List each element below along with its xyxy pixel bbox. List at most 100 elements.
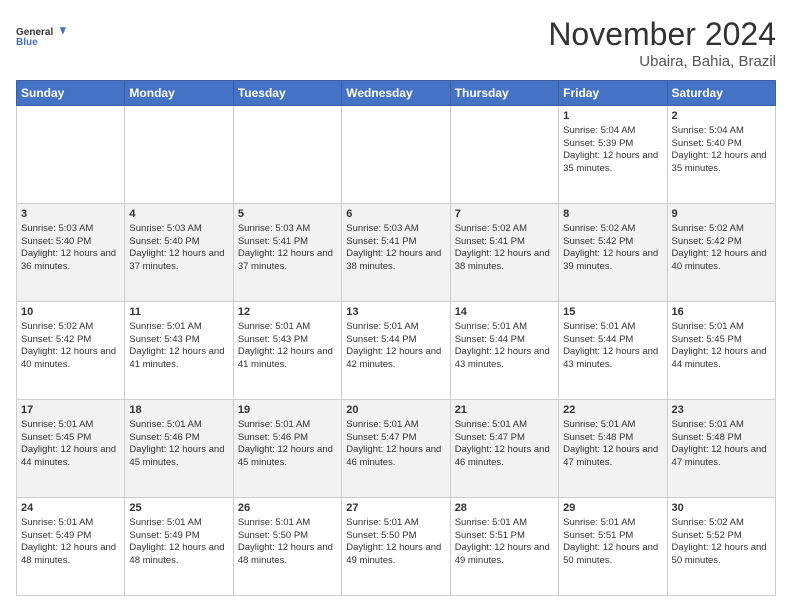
- sunset-text: Sunset: 5:47 PM: [346, 432, 416, 443]
- cell-content: 23 Sunrise: 5:01 AM Sunset: 5:48 PM Dayl…: [672, 403, 771, 470]
- month-title: November 2024: [548, 16, 776, 53]
- table-row: 29 Sunrise: 5:01 AM Sunset: 5:51 PM Dayl…: [559, 498, 667, 596]
- cell-content: 16 Sunrise: 5:01 AM Sunset: 5:45 PM Dayl…: [672, 305, 771, 372]
- day-number: 27: [346, 501, 445, 516]
- sunrise-text: Sunrise: 5:03 AM: [238, 223, 310, 234]
- table-row: 21 Sunrise: 5:01 AM Sunset: 5:47 PM Dayl…: [450, 400, 558, 498]
- cell-content: 10 Sunrise: 5:02 AM Sunset: 5:42 PM Dayl…: [21, 305, 120, 372]
- day-number: 8: [563, 207, 662, 222]
- cell-content: 9 Sunrise: 5:02 AM Sunset: 5:42 PM Dayli…: [672, 207, 771, 274]
- day-number: 30: [672, 501, 771, 516]
- day-number: 18: [129, 403, 228, 418]
- table-row: 9 Sunrise: 5:02 AM Sunset: 5:42 PM Dayli…: [667, 204, 775, 302]
- daylight-text: Daylight: 12 hours and 41 minutes.: [129, 346, 224, 370]
- sunset-text: Sunset: 5:43 PM: [129, 334, 199, 345]
- cell-content: 3 Sunrise: 5:03 AM Sunset: 5:40 PM Dayli…: [21, 207, 120, 274]
- cell-content: 1 Sunrise: 5:04 AM Sunset: 5:39 PM Dayli…: [563, 109, 662, 176]
- day-number: 19: [238, 403, 337, 418]
- table-row: 6 Sunrise: 5:03 AM Sunset: 5:41 PM Dayli…: [342, 204, 450, 302]
- table-row: 5 Sunrise: 5:03 AM Sunset: 5:41 PM Dayli…: [233, 204, 341, 302]
- cell-content: 7 Sunrise: 5:02 AM Sunset: 5:41 PM Dayli…: [455, 207, 554, 274]
- cell-content: 14 Sunrise: 5:01 AM Sunset: 5:44 PM Dayl…: [455, 305, 554, 372]
- daylight-text: Daylight: 12 hours and 38 minutes.: [455, 248, 550, 272]
- day-number: 7: [455, 207, 554, 222]
- day-number: 20: [346, 403, 445, 418]
- daylight-text: Daylight: 12 hours and 45 minutes.: [238, 444, 333, 468]
- cell-content: 11 Sunrise: 5:01 AM Sunset: 5:43 PM Dayl…: [129, 305, 228, 372]
- table-row: 16 Sunrise: 5:01 AM Sunset: 5:45 PM Dayl…: [667, 302, 775, 400]
- sunrise-text: Sunrise: 5:01 AM: [455, 321, 527, 332]
- cell-content: 4 Sunrise: 5:03 AM Sunset: 5:40 PM Dayli…: [129, 207, 228, 274]
- daylight-text: Daylight: 12 hours and 40 minutes.: [21, 346, 116, 370]
- cell-content: 12 Sunrise: 5:01 AM Sunset: 5:43 PM Dayl…: [238, 305, 337, 372]
- sunrise-text: Sunrise: 5:01 AM: [21, 517, 93, 528]
- table-row: 27 Sunrise: 5:01 AM Sunset: 5:50 PM Dayl…: [342, 498, 450, 596]
- day-number: 3: [21, 207, 120, 222]
- table-row: 13 Sunrise: 5:01 AM Sunset: 5:44 PM Dayl…: [342, 302, 450, 400]
- header: General Blue November 2024 Ubaira, Bahia…: [16, 16, 776, 70]
- daylight-text: Daylight: 12 hours and 50 minutes.: [672, 542, 767, 566]
- daylight-text: Daylight: 12 hours and 35 minutes.: [563, 150, 658, 174]
- daylight-text: Daylight: 12 hours and 47 minutes.: [672, 444, 767, 468]
- sunrise-text: Sunrise: 5:02 AM: [563, 223, 635, 234]
- daylight-text: Daylight: 12 hours and 45 minutes.: [129, 444, 224, 468]
- table-row: 14 Sunrise: 5:01 AM Sunset: 5:44 PM Dayl…: [450, 302, 558, 400]
- logo: General Blue: [16, 16, 66, 56]
- day-number: 6: [346, 207, 445, 222]
- page: General Blue November 2024 Ubaira, Bahia…: [0, 0, 792, 612]
- col-tuesday: Tuesday: [233, 81, 341, 106]
- daylight-text: Daylight: 12 hours and 35 minutes.: [672, 150, 767, 174]
- col-monday: Monday: [125, 81, 233, 106]
- cell-content: 13 Sunrise: 5:01 AM Sunset: 5:44 PM Dayl…: [346, 305, 445, 372]
- daylight-text: Daylight: 12 hours and 37 minutes.: [129, 248, 224, 272]
- table-row: 1 Sunrise: 5:04 AM Sunset: 5:39 PM Dayli…: [559, 106, 667, 204]
- sunset-text: Sunset: 5:48 PM: [563, 432, 633, 443]
- daylight-text: Daylight: 12 hours and 48 minutes.: [238, 542, 333, 566]
- daylight-text: Daylight: 12 hours and 36 minutes.: [21, 248, 116, 272]
- calendar-table: Sunday Monday Tuesday Wednesday Thursday…: [16, 80, 776, 596]
- table-row: 4 Sunrise: 5:03 AM Sunset: 5:40 PM Dayli…: [125, 204, 233, 302]
- cell-content: 8 Sunrise: 5:02 AM Sunset: 5:42 PM Dayli…: [563, 207, 662, 274]
- cell-content: 5 Sunrise: 5:03 AM Sunset: 5:41 PM Dayli…: [238, 207, 337, 274]
- day-number: 5: [238, 207, 337, 222]
- table-row: 28 Sunrise: 5:01 AM Sunset: 5:51 PM Dayl…: [450, 498, 558, 596]
- sunset-text: Sunset: 5:40 PM: [672, 138, 742, 149]
- daylight-text: Daylight: 12 hours and 49 minutes.: [346, 542, 441, 566]
- cell-content: 24 Sunrise: 5:01 AM Sunset: 5:49 PM Dayl…: [21, 501, 120, 568]
- sunrise-text: Sunrise: 5:01 AM: [238, 419, 310, 430]
- table-row: 3 Sunrise: 5:03 AM Sunset: 5:40 PM Dayli…: [17, 204, 125, 302]
- col-wednesday: Wednesday: [342, 81, 450, 106]
- daylight-text: Daylight: 12 hours and 49 minutes.: [455, 542, 550, 566]
- location-title: Ubaira, Bahia, Brazil: [548, 53, 776, 70]
- sunrise-text: Sunrise: 5:03 AM: [21, 223, 93, 234]
- sunrise-text: Sunrise: 5:01 AM: [455, 517, 527, 528]
- calendar-week-row: 3 Sunrise: 5:03 AM Sunset: 5:40 PM Dayli…: [17, 204, 776, 302]
- sunset-text: Sunset: 5:40 PM: [21, 236, 91, 247]
- table-row: 10 Sunrise: 5:02 AM Sunset: 5:42 PM Dayl…: [17, 302, 125, 400]
- daylight-text: Daylight: 12 hours and 47 minutes.: [563, 444, 658, 468]
- table-row: [342, 106, 450, 204]
- day-number: 4: [129, 207, 228, 222]
- table-row: 23 Sunrise: 5:01 AM Sunset: 5:48 PM Dayl…: [667, 400, 775, 498]
- title-block: November 2024 Ubaira, Bahia, Brazil: [548, 16, 776, 70]
- col-thursday: Thursday: [450, 81, 558, 106]
- col-saturday: Saturday: [667, 81, 775, 106]
- day-number: 29: [563, 501, 662, 516]
- sunrise-text: Sunrise: 5:02 AM: [21, 321, 93, 332]
- day-number: 17: [21, 403, 120, 418]
- sunrise-text: Sunrise: 5:04 AM: [563, 125, 635, 136]
- sunrise-text: Sunrise: 5:01 AM: [455, 419, 527, 430]
- sunrise-text: Sunrise: 5:01 AM: [563, 517, 635, 528]
- sunset-text: Sunset: 5:46 PM: [129, 432, 199, 443]
- sunrise-text: Sunrise: 5:02 AM: [455, 223, 527, 234]
- sunset-text: Sunset: 5:40 PM: [129, 236, 199, 247]
- daylight-text: Daylight: 12 hours and 41 minutes.: [238, 346, 333, 370]
- day-number: 24: [21, 501, 120, 516]
- daylight-text: Daylight: 12 hours and 50 minutes.: [563, 542, 658, 566]
- sunrise-text: Sunrise: 5:01 AM: [563, 321, 635, 332]
- sunset-text: Sunset: 5:49 PM: [21, 530, 91, 541]
- day-number: 9: [672, 207, 771, 222]
- sunrise-text: Sunrise: 5:01 AM: [21, 419, 93, 430]
- table-row: [17, 106, 125, 204]
- sunset-text: Sunset: 5:42 PM: [672, 236, 742, 247]
